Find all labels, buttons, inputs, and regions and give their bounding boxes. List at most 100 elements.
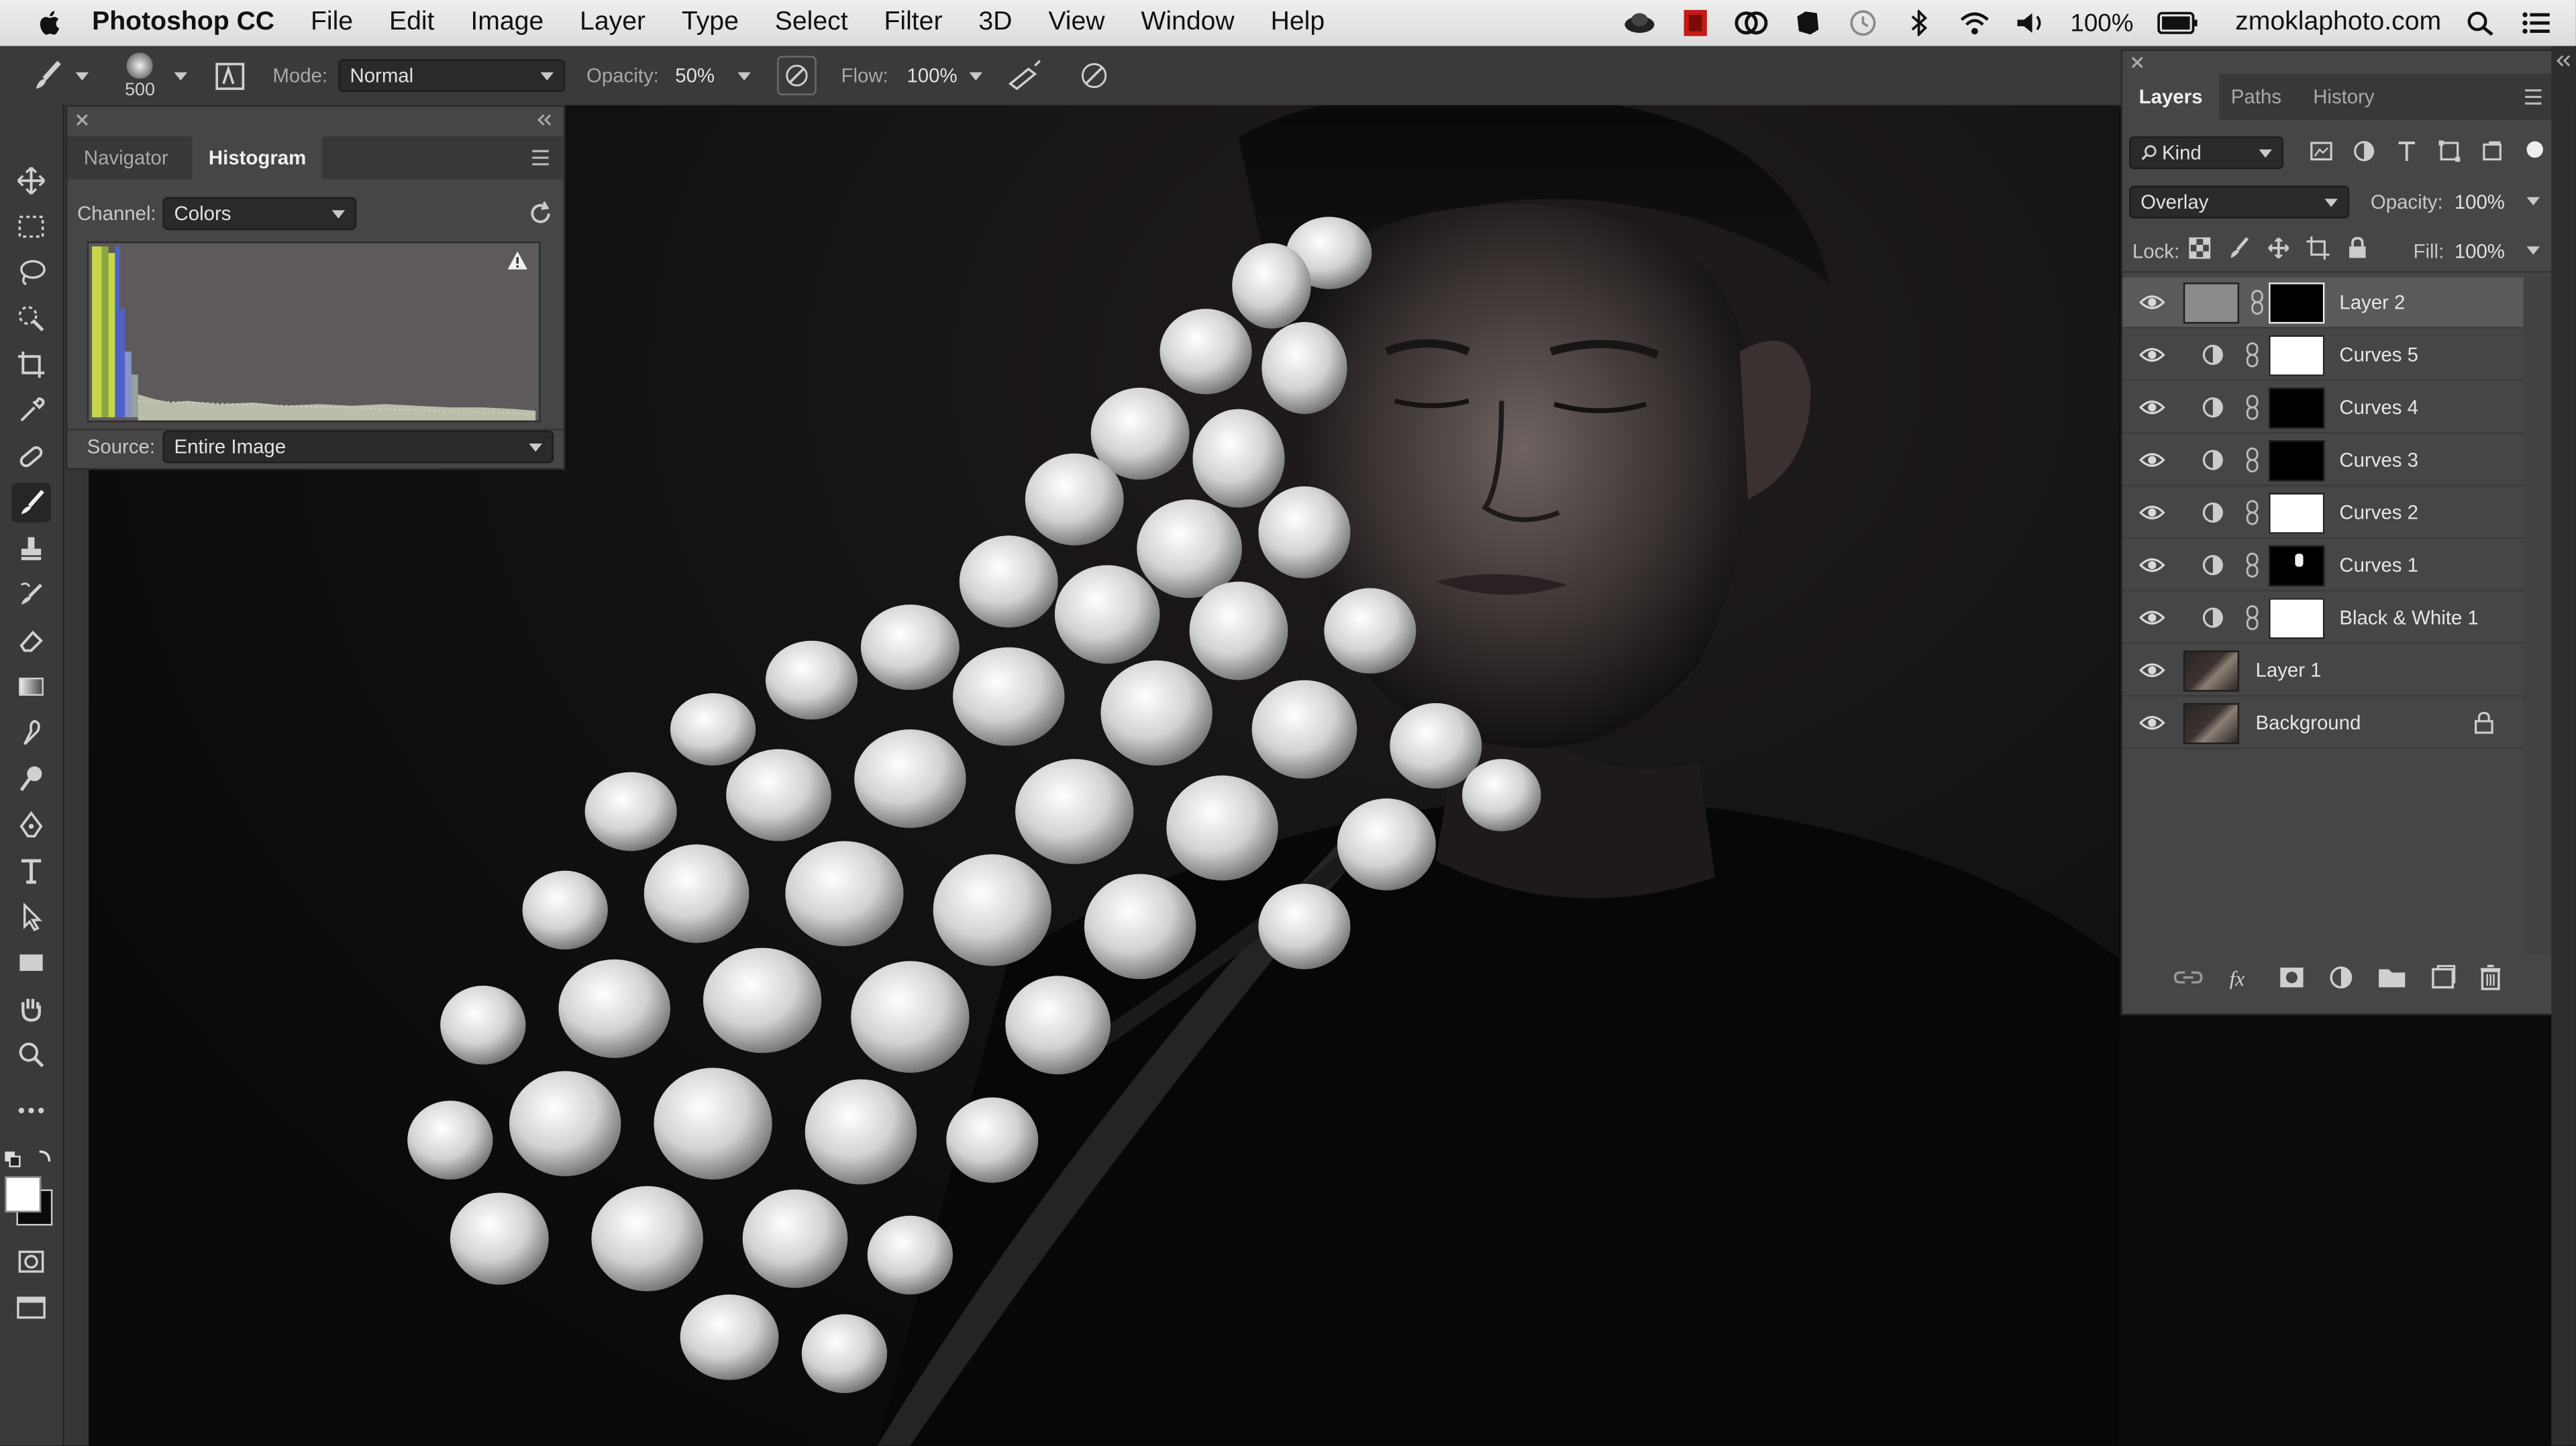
creative-cloud-icon[interactable]: [1735, 10, 1768, 36]
visibility-eye-icon[interactable]: [2139, 711, 2165, 734]
visibility-eye-icon[interactable]: [2139, 396, 2165, 419]
layer-mask-thumbnail[interactable]: [2269, 598, 2325, 639]
volume-icon[interactable]: [2014, 10, 2047, 36]
menu-image[interactable]: Image: [470, 8, 544, 38]
path-selection-tool[interactable]: [11, 897, 51, 937]
layer-name[interactable]: Curves 2: [2339, 488, 2418, 539]
filter-toggle-switch[interactable]: [2526, 141, 2543, 158]
chevron-down-icon[interactable]: [174, 71, 188, 80]
layer-row-curves-4[interactable]: Curves 4: [2122, 382, 2524, 434]
fill-value[interactable]: 100%: [2455, 240, 2505, 262]
layer-thumbnail[interactable]: [2183, 703, 2240, 745]
foreground-color-swatch[interactable]: [5, 1176, 42, 1212]
layer-name[interactable]: Layer 2: [2339, 278, 2405, 329]
visibility-eye-icon[interactable]: [2139, 659, 2165, 682]
layer-name[interactable]: Curves 3: [2339, 435, 2418, 486]
hand-tool[interactable]: [11, 989, 51, 1029]
refresh-icon[interactable]: [527, 201, 554, 227]
flow-field[interactable]: 100%: [895, 59, 994, 92]
menu-filter[interactable]: Filter: [884, 8, 942, 38]
mask-link-icon[interactable]: [2246, 605, 2259, 631]
mask-link-icon[interactable]: [2246, 499, 2259, 525]
visibility-eye-icon[interactable]: [2139, 554, 2165, 576]
layer-mask-thumbnail[interactable]: [2269, 440, 2325, 482]
quick-mask-button[interactable]: [11, 1242, 51, 1282]
zoom-tool[interactable]: [11, 1035, 51, 1074]
evernote-icon[interactable]: [1791, 10, 1824, 36]
lock-position-icon[interactable]: [2267, 237, 2290, 260]
warning-icon[interactable]: [506, 250, 529, 271]
lock-artboard-icon[interactable]: [2306, 236, 2330, 260]
chevron-down-icon[interactable]: [2526, 246, 2540, 255]
tab-history[interactable]: History: [2297, 74, 2391, 120]
collapse-panel-icon[interactable]: [2555, 52, 2573, 68]
pressure-opacity-toggle[interactable]: [777, 56, 817, 96]
visibility-eye-icon[interactable]: [2139, 291, 2165, 313]
panel-menu-icon[interactable]: [531, 150, 550, 166]
mask-link-icon[interactable]: [2246, 552, 2259, 578]
pen-pressure-size-icon[interactable]: [1078, 59, 1111, 92]
eyedropper-tool[interactable]: [11, 391, 51, 431]
adjustment-layer-icon[interactable]: [2202, 396, 2224, 419]
brush-tool[interactable]: [11, 482, 51, 523]
tab-paths[interactable]: Paths: [2214, 74, 2298, 120]
layer-thumbnail[interactable]: [2183, 282, 2240, 324]
hat-icon[interactable]: [1623, 10, 1656, 36]
new-layer-icon[interactable]: [2430, 964, 2456, 990]
adjustment-layer-icon[interactable]: [2202, 606, 2224, 629]
mask-link-icon[interactable]: [2251, 289, 2264, 315]
blur-tool[interactable]: [11, 713, 51, 753]
brush-tool-preset-picker[interactable]: [30, 46, 89, 105]
tab-histogram[interactable]: Histogram: [192, 136, 323, 179]
tab-navigator[interactable]: Navigator: [67, 136, 185, 179]
airbrush-icon[interactable]: [1005, 59, 1045, 92]
filter-shape-icon[interactable]: [2438, 140, 2461, 162]
brush-panel-toggle[interactable]: [213, 46, 246, 105]
layer-name[interactable]: Curves 5: [2339, 330, 2418, 381]
layer-row-black-white-1[interactable]: Black & White 1: [2122, 593, 2524, 644]
layer-blend-mode-dropdown[interactable]: Overlay: [2128, 185, 2350, 219]
marquee-tool[interactable]: [11, 207, 51, 246]
brush-size-picker[interactable]: 500: [125, 46, 155, 105]
layer-name[interactable]: Curves 1: [2339, 540, 2418, 591]
menu-window[interactable]: Window: [1141, 8, 1234, 38]
healing-brush-tool[interactable]: [11, 437, 51, 476]
layer-row-curves-5[interactable]: Curves 5: [2122, 330, 2524, 382]
layer-row-curves-2[interactable]: Curves 2: [2122, 488, 2524, 539]
new-group-folder-icon[interactable]: [2377, 966, 2407, 989]
visibility-eye-icon[interactable]: [2139, 606, 2165, 629]
layer-mask-thumbnail[interactable]: [2269, 545, 2325, 587]
close-icon[interactable]: [2129, 54, 2145, 70]
panel-menu-icon[interactable]: [2524, 89, 2543, 105]
layer-name[interactable]: Curves 4: [2339, 382, 2418, 433]
filter-pixel-icon[interactable]: [2310, 140, 2332, 162]
lock-all-icon[interactable]: [2346, 237, 2369, 260]
menu-file[interactable]: File: [311, 8, 353, 38]
default-colors-icon[interactable]: [3, 1147, 59, 1173]
chevron-down-icon[interactable]: [2526, 197, 2540, 206]
type-tool[interactable]: [11, 851, 51, 890]
visibility-eye-icon[interactable]: [2139, 344, 2165, 366]
layer-mask-thumbnail[interactable]: [2269, 493, 2325, 534]
mask-link-icon[interactable]: [2246, 447, 2259, 473]
spotlight-search-icon[interactable]: [2464, 10, 2497, 36]
bluetooth-icon[interactable]: [1903, 9, 1936, 36]
gradient-tool[interactable]: [11, 667, 51, 707]
visibility-eye-icon[interactable]: [2139, 501, 2165, 524]
layer-name[interactable]: Black & White 1: [2339, 593, 2478, 644]
recording-icon[interactable]: [1680, 9, 1712, 36]
layer-opacity-value[interactable]: 100%: [2455, 191, 2505, 213]
link-layers-icon[interactable]: [2173, 966, 2203, 989]
lasso-tool[interactable]: [11, 253, 51, 293]
battery-icon[interactable]: [2157, 10, 2200, 36]
app-name-menu[interactable]: Photoshop CC: [92, 8, 274, 38]
source-dropdown[interactable]: Entire Image: [162, 430, 554, 464]
apple-icon[interactable]: [30, 8, 72, 38]
lock-transparent-pixels-icon[interactable]: [2188, 237, 2211, 260]
mask-link-icon[interactable]: [2246, 342, 2259, 368]
opacity-field[interactable]: 50%: [664, 59, 762, 92]
close-icon[interactable]: [74, 111, 90, 127]
edit-toolbar-button[interactable]: [11, 1091, 51, 1131]
quick-selection-tool[interactable]: [11, 299, 51, 339]
menu-edit[interactable]: Edit: [389, 8, 435, 38]
